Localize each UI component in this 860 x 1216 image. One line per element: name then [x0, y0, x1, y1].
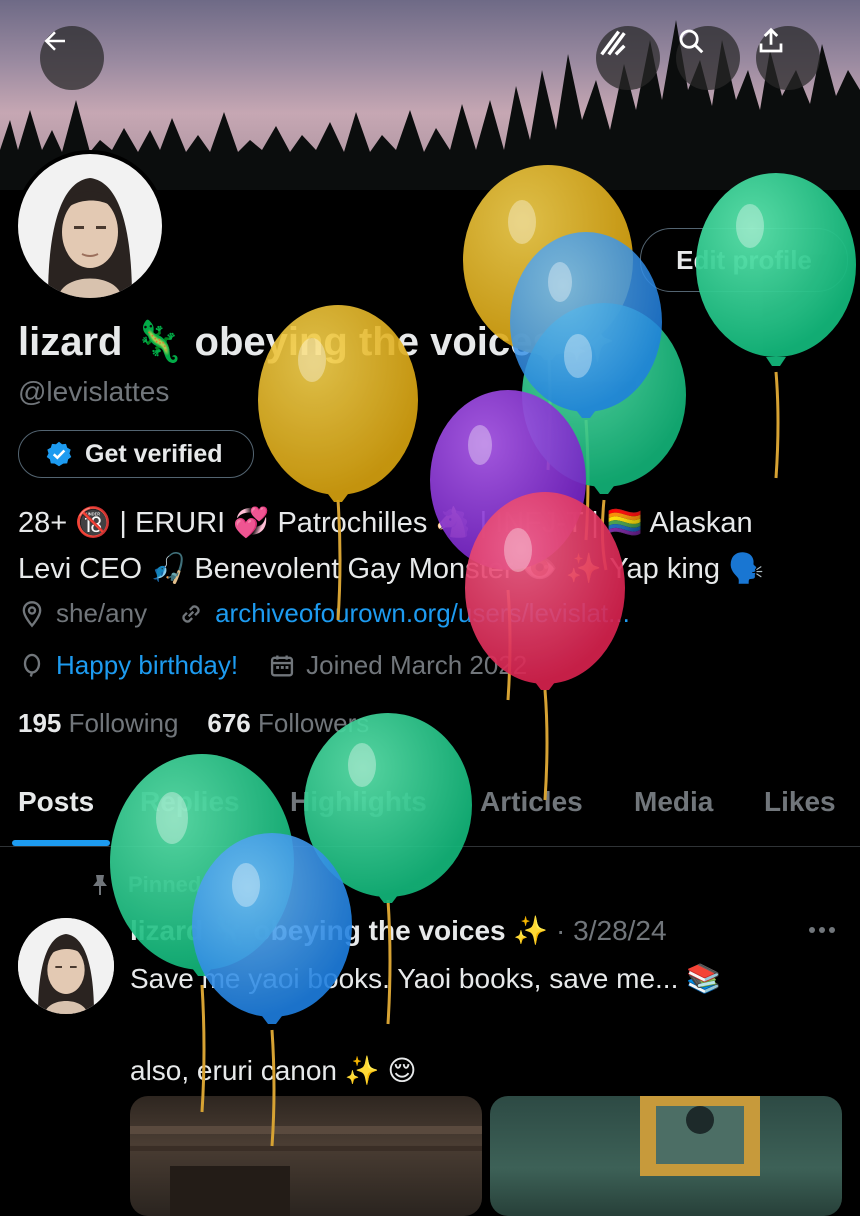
- post-header: lizard 🦎 obeying the voices ✨ · 3/28/24: [130, 914, 667, 947]
- location-text: she/any: [56, 598, 148, 628]
- profile-bio: 28+ 🔞 | ERURI 💞 Patrochilles 🐴 | INFJ-T …: [18, 500, 848, 592]
- post-text: Save me yaoi books. Yaoi books, save me.…: [130, 963, 722, 1086]
- following-label: Following: [68, 708, 179, 738]
- share-icon: [759, 27, 783, 53]
- pinned-label: Pinned: [128, 872, 202, 897]
- pin-icon: [93, 875, 107, 895]
- get-verified-button[interactable]: Get verified: [18, 430, 254, 478]
- tab-articles[interactable]: Articles: [480, 786, 583, 818]
- post-author-name[interactable]: lizard 🦎 obeying the voices ✨: [130, 915, 548, 946]
- active-tab-indicator: [12, 840, 110, 846]
- following-link[interactable]: 195 Following: [18, 708, 178, 738]
- avatar-portrait: [18, 918, 114, 1014]
- media-image: [130, 1126, 482, 1216]
- link-icon: [182, 604, 200, 623]
- followers-label: Followers: [257, 708, 370, 738]
- tab-replies[interactable]: Replies: [140, 786, 240, 818]
- birthday: Happy birthday!: [18, 650, 238, 681]
- profile-meta-row-1: she/any archiveofourown.org/users/levisl…: [18, 598, 660, 629]
- back-button[interactable]: [40, 26, 104, 90]
- profile-avatar[interactable]: [14, 150, 166, 302]
- calendar-icon: [271, 655, 294, 676]
- post-media-1[interactable]: [130, 1096, 482, 1216]
- location-pin-icon: [22, 600, 42, 627]
- search-button[interactable]: [676, 26, 740, 90]
- share-button[interactable]: [756, 26, 820, 90]
- media-image: [640, 1096, 760, 1176]
- pinned-indicator: Pinned: [88, 872, 201, 898]
- profile-tabs: Posts Replies Highlights Articles Media …: [0, 776, 860, 847]
- tab-likes[interactable]: Likes: [764, 786, 836, 818]
- joined-date: Joined March 2022: [268, 650, 527, 681]
- avatar-portrait: [18, 154, 162, 298]
- handle: @levislattes: [18, 376, 170, 407]
- grok-icon: [600, 30, 626, 56]
- following-count: 195: [18, 708, 62, 738]
- get-verified-label: Get verified: [85, 439, 223, 468]
- grok-button[interactable]: [596, 26, 660, 90]
- website[interactable]: archiveofourown.org/users/levislat...: [177, 598, 630, 629]
- website-link[interactable]: archiveofourown.org/users/levislat...: [215, 598, 630, 629]
- tab-media[interactable]: Media: [634, 786, 713, 818]
- post-media-2[interactable]: [490, 1096, 842, 1216]
- tab-posts[interactable]: Posts: [18, 786, 94, 818]
- more-icon: [809, 927, 835, 933]
- birthday-text: Happy birthday!: [56, 650, 239, 680]
- tab-highlights[interactable]: Highlights: [290, 786, 427, 818]
- bio-line-2: Levi CEO 🎣 Benevolent Gay Monster 👁️ ✨ Y…: [18, 553, 765, 585]
- display-name: lizard 🦎 obeying the voices ✨: [18, 320, 616, 364]
- follow-stats: 195 Following 676 Followers: [18, 708, 369, 739]
- location: she/any: [18, 598, 147, 629]
- post-date[interactable]: · 3/28/24: [556, 915, 667, 946]
- post-author-avatar[interactable]: [18, 918, 114, 1014]
- joined-text: Joined March 2022: [306, 650, 528, 680]
- search-icon: [679, 29, 704, 54]
- arrow-left-icon: [44, 31, 65, 51]
- profile-meta-row-2: Happy birthday! Joined March 2022: [18, 650, 557, 681]
- balloon-icon: [23, 653, 41, 677]
- verified-badge-icon: [46, 441, 72, 467]
- followers-count: 676: [207, 708, 251, 738]
- edit-profile-button[interactable]: Edit profile: [640, 228, 848, 292]
- bio-line-1: 28+ 🔞 | ERURI 💞 Patrochilles 🐴 | INFJ-T …: [18, 507, 753, 539]
- post-more-button[interactable]: [806, 920, 838, 945]
- followers-link[interactable]: 676 Followers: [207, 708, 369, 738]
